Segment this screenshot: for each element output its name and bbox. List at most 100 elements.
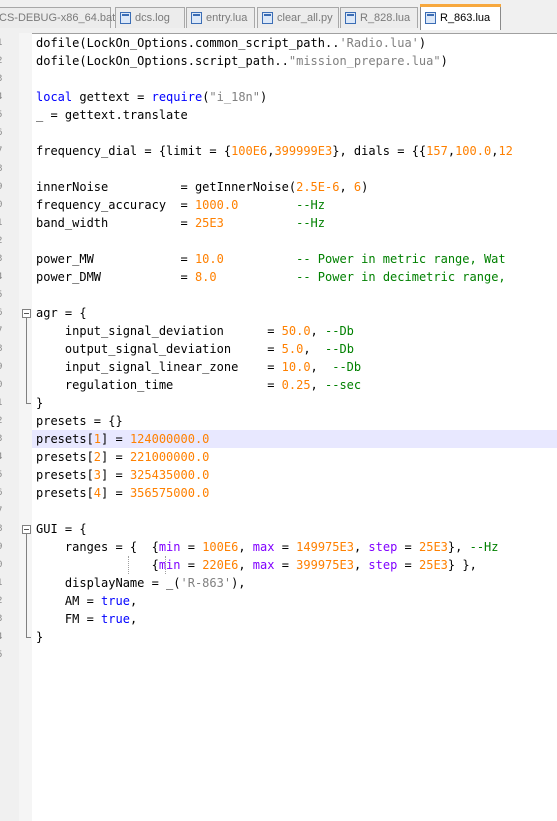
line-number: 7 [0, 142, 17, 160]
line-number: 9 [0, 538, 17, 556]
code-line[interactable]: presets[2] = 221000000.0 [36, 448, 209, 466]
code-token: --Db [325, 324, 354, 338]
code-token: 100E6 [202, 540, 239, 554]
code-line[interactable]: presets[3] = 325435000.0 [36, 466, 209, 484]
code-token: = [180, 558, 203, 572]
file-icon [425, 12, 436, 24]
code-token: 4 [93, 486, 102, 500]
code-token: gettext = [72, 90, 152, 104]
code-line[interactable]: regulation_time = 0.25, --sec [36, 376, 361, 394]
code-line[interactable]: innerNoise = getInnerNoise(2.5E-6, 6) [36, 178, 368, 196]
code-token: GUI = { [36, 522, 87, 536]
code-line[interactable]: _ = gettext.translate [36, 106, 188, 124]
fold-toggle-icon[interactable] [22, 525, 31, 534]
code-line[interactable]: displayName = _('R-863'), [36, 574, 246, 592]
code-line[interactable]: FM = true, [36, 610, 137, 628]
code-token: presets[ [36, 450, 94, 464]
code-token: dofile(LockOn_Options.common_script_path… [36, 36, 340, 50]
tab-label: entry.lua [206, 12, 248, 24]
tab-label: clear_all.py [277, 12, 333, 24]
line-number: 0 [0, 556, 17, 574]
tab-r863-lua[interactable]: R_863.lua [420, 4, 501, 30]
code-token: AM = [36, 594, 102, 608]
code-token: regulation_time = [36, 378, 282, 392]
code-line[interactable]: agr = { [36, 304, 87, 322]
tab-label: R_863.lua [440, 12, 491, 24]
code-token: 2.5E-6 [296, 180, 340, 194]
code-token: = [180, 540, 203, 554]
line-number: 4 [0, 88, 17, 106]
code-line[interactable]: band_width = 25E3 --Hz [36, 214, 325, 232]
file-icon [120, 12, 131, 24]
line-number: 1 [0, 574, 17, 592]
line-number: 8 [0, 520, 17, 538]
code-token: 220E6 [202, 558, 239, 572]
code-line[interactable]: dofile(LockOn_Options.script_path.."miss… [36, 52, 448, 70]
code-line[interactable]: frequency_dial = {limit = {100E6, 399999E… [36, 142, 513, 160]
code-token: 5.0 [281, 342, 304, 356]
code-line[interactable]: } [36, 628, 43, 646]
code-token: 157 [426, 144, 448, 158]
code-token: 3 [93, 468, 102, 482]
code-token: 50.0 [281, 324, 311, 338]
line-number: 9 [0, 358, 17, 376]
code-token: --Db [325, 342, 354, 356]
code-line[interactable]: local gettext = require("i_18n") [36, 88, 267, 106]
line-number: 6 [0, 124, 17, 142]
code-token: 8.0 [194, 270, 217, 284]
code-token: presets[ [36, 486, 94, 500]
fold-end [26, 403, 31, 404]
line-number: 3 [0, 610, 17, 628]
tab-entry-lua[interactable]: entry.lua [186, 7, 255, 28]
code-token: , [238, 558, 253, 572]
code-token: local [36, 90, 73, 104]
fold-toggle-icon[interactable] [22, 309, 31, 318]
code-token: _ = gettext.translate [36, 108, 188, 122]
fold-line [26, 534, 27, 637]
code-token: , [310, 378, 325, 392]
code-token: agr = { [36, 306, 87, 320]
code-line[interactable]: } [36, 394, 43, 412]
code-token: 25E3 [419, 540, 448, 554]
code-line[interactable]: presets = {} [36, 412, 123, 430]
code-token: 25E3 [419, 558, 448, 572]
code-token: 100E6 [231, 144, 268, 158]
code-token: presets[ [36, 432, 94, 446]
code-line[interactable]: AM = true, [36, 592, 137, 610]
code-line[interactable]: {min = 220E6, max = 399975E3, step = 25E… [36, 556, 477, 574]
code-line[interactable]: ranges = { {min = 100E6, max = 149975E3,… [36, 538, 499, 556]
code-token: power_MW = [36, 252, 195, 266]
line-number: 2 [0, 52, 17, 70]
code-line[interactable]: frequency_accuracy = 1000.0 --Hz [36, 196, 325, 214]
code-line[interactable]: power_DMW = 8.0 -- Power in decimetric r… [36, 268, 513, 286]
code-token: { [36, 558, 159, 572]
code-line[interactable]: dofile(LockOn_Options.common_script_path… [36, 34, 426, 52]
code-line[interactable]: input_signal_linear_zone = 10.0, --Db [36, 358, 361, 376]
code-token: innerNoise = getInnerNoise( [36, 180, 297, 194]
line-number: 4 [0, 268, 17, 286]
line-number: 2 [0, 592, 17, 610]
fold-margin [19, 33, 32, 821]
tab-r828-lua[interactable]: R_828.lua [340, 7, 418, 28]
tab-dcs-log[interactable]: dcs.log [115, 7, 185, 28]
code-token: } [36, 630, 44, 644]
code-line[interactable]: output_signal_deviation = 5.0, --Db [36, 340, 354, 358]
tab-cs-debug[interactable]: CS-DEBUG-x86_64.bat [0, 7, 115, 28]
code-line[interactable]: presets[1] = 124000000.0 [36, 430, 209, 448]
tab-clear-all-py[interactable]: clear_all.py [257, 7, 339, 28]
code-token: presets = {} [36, 414, 123, 428]
code-token: 100.0 [455, 144, 492, 158]
code-token: , [310, 324, 325, 338]
code-token: 'R-863' [180, 576, 232, 590]
code-token: frequency_dial = {limit = { [36, 144, 232, 158]
line-number: 6 [0, 304, 17, 322]
line-number: 9 [0, 178, 17, 196]
code-line[interactable]: power_MW = 10.0 -- Power in metric range… [36, 250, 506, 268]
code-token: 399999E3 [274, 144, 333, 158]
code-line[interactable]: presets[4] = 356575000.0 [36, 484, 209, 502]
code-line[interactable]: GUI = { [36, 520, 87, 538]
code-token: ] = [101, 432, 130, 446]
code-token: = [397, 558, 419, 572]
code-line[interactable]: input_signal_deviation = 50.0, --Db [36, 322, 354, 340]
